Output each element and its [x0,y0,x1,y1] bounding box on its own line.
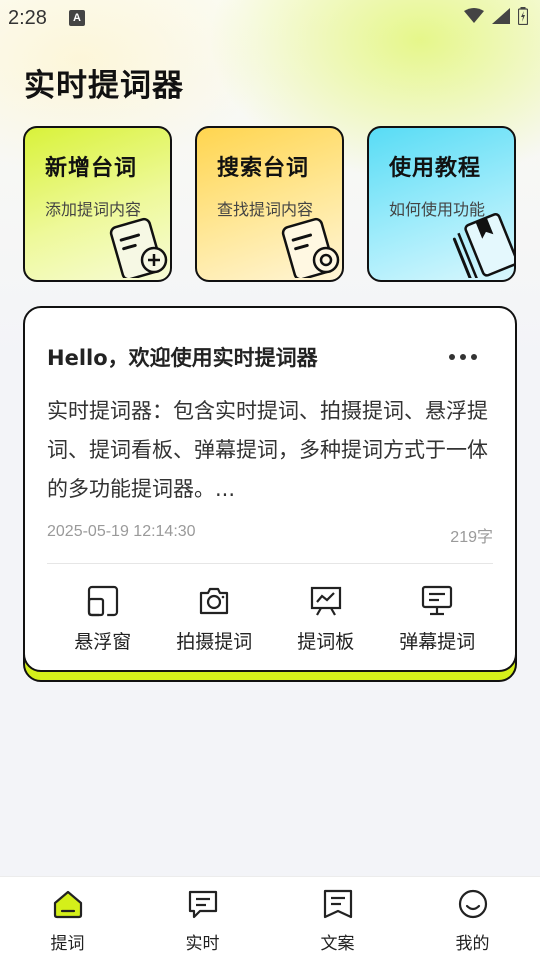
more-options-icon[interactable] [449,354,493,360]
notification-icon: A [68,10,85,26]
wifi-icon [464,7,484,29]
add-script-card[interactable]: 新增台词 添加提词内容 [23,126,172,282]
script-title: Hello，欢迎使用实时提词器 [47,346,318,370]
feature-cards: 新增台词 添加提词内容 搜索台词 查找提词内容 使用教程 如何使用功能 [23,126,516,282]
bottom-tab-bar: 提词 实时 文案 我的 [0,876,540,960]
card-title: 使用教程 [389,156,482,181]
tab-copy[interactable]: 文案 [270,877,405,960]
script-card-header: Hello，欢迎使用实时提词器 [47,342,493,372]
tab-realtime[interactable]: 实时 [135,877,270,960]
tutorial-card[interactable]: 使用教程 如何使用功能 [367,126,516,282]
tab-label: 提词 [50,934,85,954]
divider [47,563,493,564]
camera-icon [197,584,231,622]
status-time: 2:28 [8,6,47,29]
chat-icon [186,887,220,925]
script-body: 实时提词器：包含实时提词、拍摄提词、悬浮提词、提词看板、弹幕提词，多种提词方式于… [47,399,488,501]
tab-label: 文案 [320,934,355,954]
card-title: 新增台词 [45,156,138,181]
action-label: 悬浮窗 [74,631,132,653]
danmaku-prompt-button[interactable]: 弹幕提词 [382,584,494,654]
add-script-icon [102,208,170,280]
status-bar: 2:28 A [0,0,540,36]
search-script-icon [274,208,342,280]
signal-icon [492,7,510,29]
document-icon [321,887,355,925]
action-label: 弹幕提词 [399,631,476,653]
board-icon [309,584,343,622]
script-card-wrap: Hello，欢迎使用实时提词器 实时提词器：包含实时提词、拍摄提词、悬浮提词、提… [23,306,517,684]
floating-window-button[interactable]: 悬浮窗 [47,584,159,654]
tab-prompt[interactable]: 提词 [0,877,135,960]
action-label: 提词板 [297,631,355,653]
prompt-board-button[interactable]: 提词板 [270,584,382,654]
search-script-card[interactable]: 搜索台词 查找提词内容 [195,126,344,282]
tab-label: 实时 [185,934,220,954]
tab-mine[interactable]: 我的 [405,877,540,960]
home-icon [51,887,85,925]
action-label: 拍摄提词 [176,631,253,653]
smile-icon [456,887,490,925]
tutorial-book-icon [446,208,514,280]
status-icons [464,6,529,30]
script-actions: 悬浮窗 拍摄提词 提词板 弹幕提词 [47,584,493,654]
tab-label: 我的 [455,934,490,954]
page-title: 实时提词器 [24,68,184,104]
script-char-count: 219字 [450,529,493,546]
script-card[interactable]: Hello，欢迎使用实时提词器 实时提词器：包含实时提词、拍摄提词、悬浮提词、提… [23,306,517,672]
danmaku-icon [420,584,454,622]
floating-window-icon [86,584,120,622]
battery-icon [517,6,529,30]
script-meta: 2025-05-19 12:14:30 219字 [47,523,493,547]
script-datetime: 2025-05-19 12:14:30 [47,523,196,540]
card-title: 搜索台词 [217,156,310,181]
camera-prompt-button[interactable]: 拍摄提词 [159,584,271,654]
